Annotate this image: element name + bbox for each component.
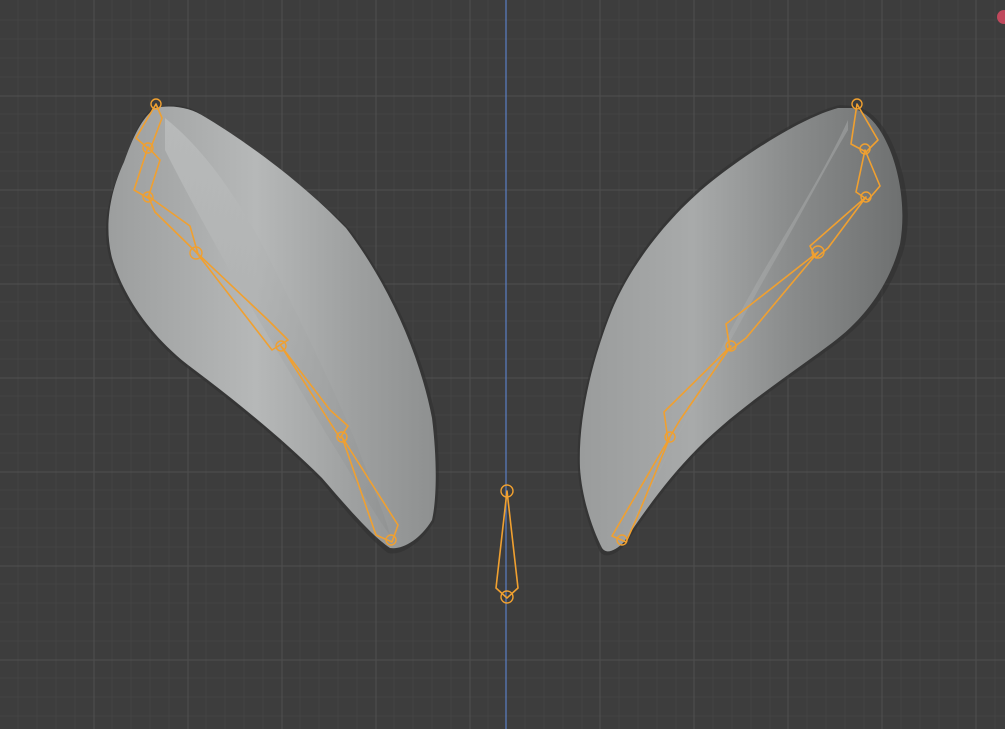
axis-gizmo-icon[interactable]	[997, 10, 1005, 24]
right-ear-surface	[579, 108, 903, 552]
root-bone[interactable]	[495, 484, 519, 604]
viewport-scene[interactable]	[0, 0, 1005, 729]
root-bone-shape[interactable]	[495, 490, 519, 599]
right-ear-mesh[interactable]	[577, 105, 908, 556]
3d-viewport[interactable]	[0, 0, 1005, 729]
